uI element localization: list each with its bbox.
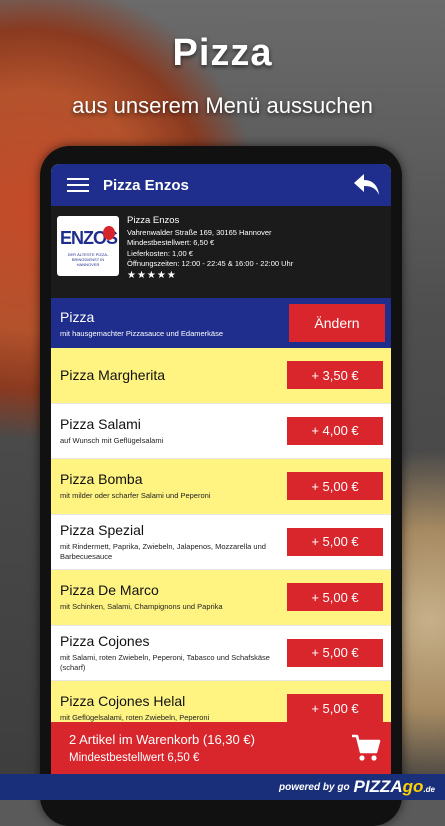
item-name: Pizza Bomba [60, 471, 143, 488]
cart-min-order: Mindestbestellwert 6,50 € [69, 752, 200, 764]
menu-item-list: Pizza Margherita + 3,50 € Pizza Salami a… [51, 348, 391, 737]
change-category-button[interactable]: Ändern [289, 304, 385, 342]
category-name: Pizza [60, 308, 95, 325]
cart-bar[interactable]: 2 Artikel im Warenkorb (16,30 €) Mindest… [51, 722, 391, 774]
restaurant-logo: ENZOS DER ÄLTESTE PIZZA-BRINGDIENST IN H… [57, 216, 119, 276]
gopizzago-logo: PIZZAgo.de [353, 777, 435, 796]
item-description: mit Rindermett, Paprika, Zwiebeln, Jalap… [60, 541, 266, 561]
footer-branding: powered by go PIZZAgo.de [0, 774, 445, 800]
cart-summary: 2 Artikel im Warenkorb (16,30 €) [69, 732, 255, 747]
item-description: auf Wunsch mit Geflügelsalami [60, 435, 164, 445]
restaurant-name: Pizza Enzos [127, 215, 180, 226]
promo-title: Pizza [172, 32, 273, 74]
promo-subtitle: aus unserem Menü aussuchen [72, 93, 373, 118]
powered-by-text: powered by go [278, 781, 350, 793]
shopping-cart-icon[interactable] [341, 734, 391, 762]
restaurant-info: ENZOS DER ÄLTESTE PIZZA-BRINGDIENST IN H… [51, 206, 391, 298]
restaurant-min-order: Mindestbestellwert: 6,50 € [127, 238, 215, 247]
category-description: mit hausgemachter Pizzasauce und Edamerk… [60, 328, 224, 338]
add-item-button[interactable]: + 5,00 € [287, 583, 383, 612]
promo-header: Pizza aus unserem Menü aussuchen [0, 32, 445, 119]
app-screen: Pizza Enzos ENZOS DER ÄLTESTE PIZZA-BRIN… [51, 164, 391, 800]
restaurant-hours: Öffnungszeiten: 12:00 - 22:45 & 16:00 - … [127, 259, 294, 268]
item-name: Pizza Spezial [60, 521, 145, 538]
add-item-button[interactable]: + 5,00 € [287, 638, 383, 667]
menu-item-spezial[interactable]: Pizza Spezial mit Rindermett, Paprika, Z… [51, 514, 391, 570]
restaurant-delivery-cost: Lieferkosten: 1,00 € [127, 248, 193, 258]
rating-stars: ★★★★★ [127, 269, 177, 281]
item-description: mit milder oder scharfer Salami und Pepe… [60, 491, 211, 501]
restaurant-address: Vahrenwalder Straße 169, 30165 Hannover [127, 227, 272, 237]
category-header: Pizza mit hausgemachter Pizzasauce und E… [51, 298, 391, 348]
add-item-button[interactable]: + 5,00 € [287, 527, 383, 556]
add-item-button[interactable]: + 5,00 € [287, 472, 383, 501]
item-description: mit Salami, roten Zwiebeln, Peperoni, Ta… [60, 652, 270, 672]
add-item-button[interactable]: + 5,00 € [287, 694, 383, 723]
app-bar: Pizza Enzos [51, 164, 391, 206]
item-description: mit Schinken, Salami, Champignons und Pa… [60, 602, 223, 612]
back-arrow-icon[interactable] [347, 165, 387, 205]
item-name: Pizza Margherita [60, 367, 166, 384]
item-name: Pizza De Marco [60, 582, 159, 599]
item-name: Pizza Salami [60, 415, 141, 432]
menu-item-margherita[interactable]: Pizza Margherita + 3,50 € [51, 348, 391, 404]
item-name: Pizza Cojones [60, 632, 150, 649]
item-name: Pizza Cojones Helal [60, 693, 186, 710]
menu-item-de-marco[interactable]: Pizza De Marco mit Schinken, Salami, Cha… [51, 570, 391, 626]
menu-icon[interactable] [67, 174, 89, 196]
add-item-button[interactable]: + 3,50 € [287, 361, 383, 390]
app-bar-title: Pizza Enzos [103, 176, 189, 194]
menu-item-cojones[interactable]: Pizza Cojones mit Salami, roten Zwiebeln… [51, 625, 391, 681]
logo-subtext: DER ÄLTESTE PIZZA-BRINGDIENST IN HANNOVE… [67, 252, 109, 267]
menu-item-salami[interactable]: Pizza Salami auf Wunsch mit Geflügelsala… [51, 403, 391, 459]
logo-mascot-icon [103, 226, 115, 240]
menu-item-bomba[interactable]: Pizza Bomba mit milder oder scharfer Sal… [51, 459, 391, 515]
add-item-button[interactable]: + 4,00 € [287, 416, 383, 445]
